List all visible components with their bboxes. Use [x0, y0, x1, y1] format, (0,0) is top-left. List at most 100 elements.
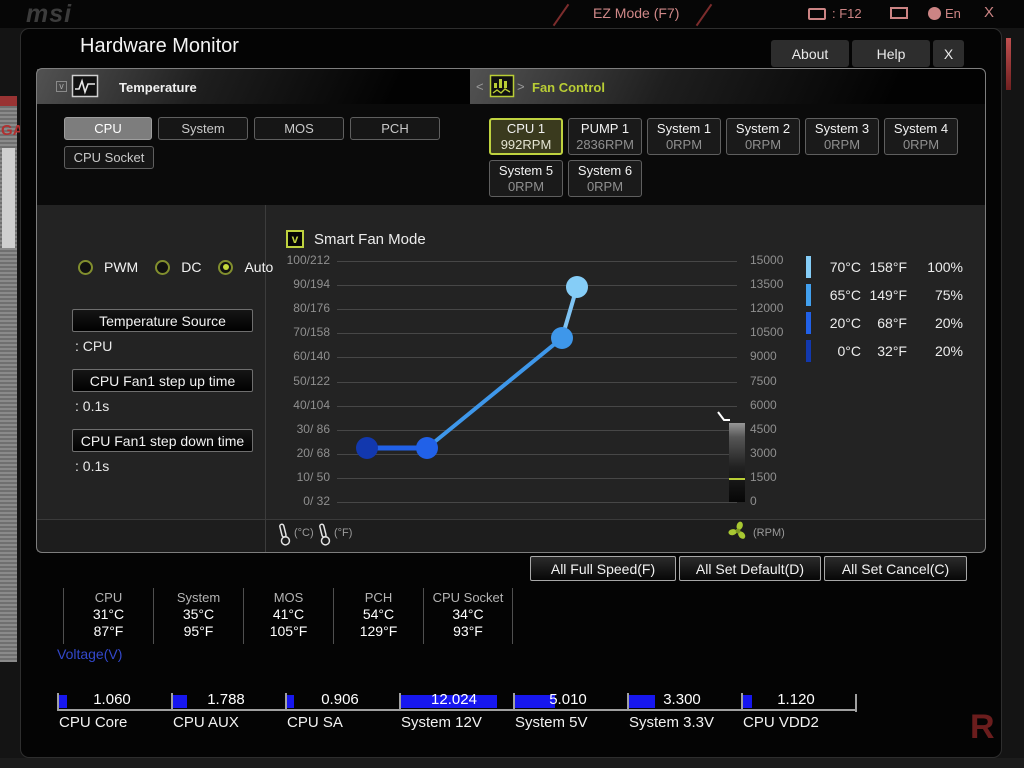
status-temp-system: System 35°C 95°F: [153, 588, 243, 644]
help-button[interactable]: Help: [852, 40, 930, 67]
action-button-all-set-default-d-[interactable]: All Set Default(D): [679, 556, 821, 581]
fan-curve-point-2[interactable]: [551, 327, 573, 349]
status-temp-label: PCH: [364, 590, 393, 605]
status-temp-label: MOS: [273, 590, 304, 605]
monitor-icon: [890, 7, 908, 19]
temperature-tab-mos[interactable]: MOS: [254, 117, 344, 140]
fan-mode-radio-group: PWM DC Auto: [78, 259, 279, 275]
ez-mode-button: EZ Mode (F7): [593, 5, 680, 21]
fan-button-pump-1[interactable]: PUMP 1 2836RPM: [568, 118, 642, 155]
fan-button-system-6[interactable]: System 6 0RPM: [568, 160, 642, 197]
background-badge-right: R: [970, 708, 995, 746]
legend-celsius: 20°C: [829, 315, 861, 331]
voltage-bar-track: 1.788: [171, 691, 285, 711]
celsius-thermometer-icon: [279, 523, 291, 546]
status-temp-fahrenheit: 87°F: [93, 623, 124, 639]
voltage-label: CPU VDD2: [743, 714, 819, 731]
temperature-section-label: Temperature: [119, 80, 197, 95]
celsius-unit-label: (°C): [294, 527, 314, 539]
legend-fahrenheit: 32°F: [877, 343, 907, 359]
temp-axis-tick: 30/ 86: [296, 421, 330, 436]
rpm-fan-icon: [728, 521, 746, 539]
chart-footer-background: [37, 519, 985, 552]
temp-axis-tick: 70/158: [293, 325, 330, 340]
voltage-item-system-3-3v: 3.300 System 3.3V: [627, 691, 741, 738]
fahrenheit-thermometer-icon: [319, 523, 331, 546]
voltage-value: 5.010: [549, 691, 587, 708]
field-value-0: : CPU: [75, 338, 113, 354]
fan-mode-radio-pwm[interactable]: [78, 259, 93, 275]
fan-control-next-icon[interactable]: >: [517, 79, 525, 94]
fan-rpm: 0RPM: [744, 136, 782, 152]
temperature-tab-pch[interactable]: PCH: [350, 117, 440, 140]
fan-button-system-4[interactable]: System 4 0RPM: [884, 118, 958, 155]
status-temp-fahrenheit: 93°F: [453, 623, 483, 639]
voltage-label: CPU AUX: [173, 714, 239, 731]
field-button-0[interactable]: Temperature Source: [72, 309, 253, 332]
fan-button-system-3[interactable]: System 3 0RPM: [805, 118, 879, 155]
fan-control-chart-icon: [489, 74, 515, 98]
temperature-tab-cpu[interactable]: CPU: [64, 117, 152, 140]
voltage-item-cpu-vdd2: 1.120 CPU VDD2: [741, 691, 855, 738]
fan-button-system-2[interactable]: System 2 0RPM: [726, 118, 800, 155]
fan-name: System 3: [814, 120, 870, 136]
smart-fan-mode-checkbox[interactable]: v: [286, 230, 304, 248]
fan-button-cpu-1[interactable]: CPU 1 992RPM: [489, 118, 563, 155]
fan-rpm: 2836RPM: [576, 136, 634, 152]
legend-celsius: 70°C: [829, 259, 861, 275]
voltage-bar-track: 0.906: [285, 691, 399, 711]
fan-curve-legend-row-3: 0°C 32°F 20%: [806, 337, 963, 365]
temp-axis-tick: 40/104: [293, 397, 330, 412]
temp-axis-tick: 80/176: [293, 301, 330, 316]
status-temp-pch: PCH 54°C 129°F: [333, 588, 423, 644]
current-rpm-gauge: [729, 423, 745, 502]
fan-curve-legend-row-0: 70°C 158°F 100%: [806, 253, 963, 281]
fan-action-buttons: All Full Speed(F) All Set Default(D) All S…: [530, 556, 967, 581]
about-button[interactable]: About: [771, 40, 849, 67]
field-value-1: : 0.1s: [75, 398, 110, 414]
status-temp-label: CPU Socket: [432, 590, 504, 605]
fan-rpm: 0RPM: [823, 136, 861, 152]
action-button-all-set-cancel-c-[interactable]: All Set Cancel(C): [824, 556, 967, 581]
fan-button-system-5[interactable]: System 5 0RPM: [489, 160, 563, 197]
fan-rpm: 992RPM: [500, 136, 552, 152]
status-temp-label: CPU: [94, 590, 123, 605]
voltage-bar-track: 3.300: [627, 691, 741, 711]
fan-curve-point-3[interactable]: [566, 276, 588, 298]
voltage-label: CPU Core: [59, 714, 128, 731]
background-right-accent: [1006, 38, 1011, 90]
language-globe-icon: [928, 7, 941, 20]
temperature-section-header: [37, 69, 470, 104]
fan-mode-radio-auto[interactable]: [218, 259, 234, 275]
field-button-2[interactable]: CPU Fan1 step down time: [72, 429, 253, 452]
field-button-1[interactable]: CPU Fan1 step up time: [72, 369, 253, 392]
fan-curve-point-1[interactable]: [416, 437, 438, 459]
status-temp-celsius: 54°C: [362, 606, 395, 622]
voltage-bar-track: 1.060: [57, 691, 171, 711]
fan-control-prev-icon[interactable]: <: [476, 79, 484, 94]
dialog-title: Hardware Monitor: [80, 35, 239, 57]
fan-name: System 1: [656, 120, 712, 136]
status-temp-celsius: 31°C: [92, 606, 125, 622]
fan-mode-label-pwm: PWM: [104, 259, 139, 275]
fan-name: System 5: [498, 162, 554, 178]
action-button-all-full-speed-f-[interactable]: All Full Speed(F): [530, 556, 676, 581]
voltage-value: 3.300: [663, 691, 701, 708]
voltage-value: 1.060: [93, 691, 131, 708]
close-button[interactable]: X: [933, 40, 964, 67]
fan-button-system-1[interactable]: System 1 0RPM: [647, 118, 721, 155]
rpm-axis-tick: 12000: [750, 301, 784, 316]
background-box-art: [2, 148, 15, 248]
voltage-item-cpu-sa: 0.906 CPU SA: [285, 691, 399, 738]
temperature-tab-cpu-socket[interactable]: CPU Socket: [64, 146, 154, 169]
temperature-tab-system[interactable]: System: [158, 117, 248, 140]
rpm-axis-tick: 6000: [750, 397, 777, 412]
temperature-collapse-checkbox-icon[interactable]: v: [56, 81, 67, 92]
fan-rpm: 0RPM: [507, 178, 545, 194]
fan-curve-line: [364, 285, 579, 451]
fan-name: PUMP 1: [580, 120, 630, 136]
background-bottom-edge: [0, 758, 1024, 768]
fan-mode-radio-dc[interactable]: [155, 259, 171, 275]
voltage-readouts-row: 1.060 CPU Core 1.788 CPU AUX 0.906 CPU SA 12.0…: [57, 691, 855, 738]
fan-curve-point-0[interactable]: [356, 437, 378, 459]
